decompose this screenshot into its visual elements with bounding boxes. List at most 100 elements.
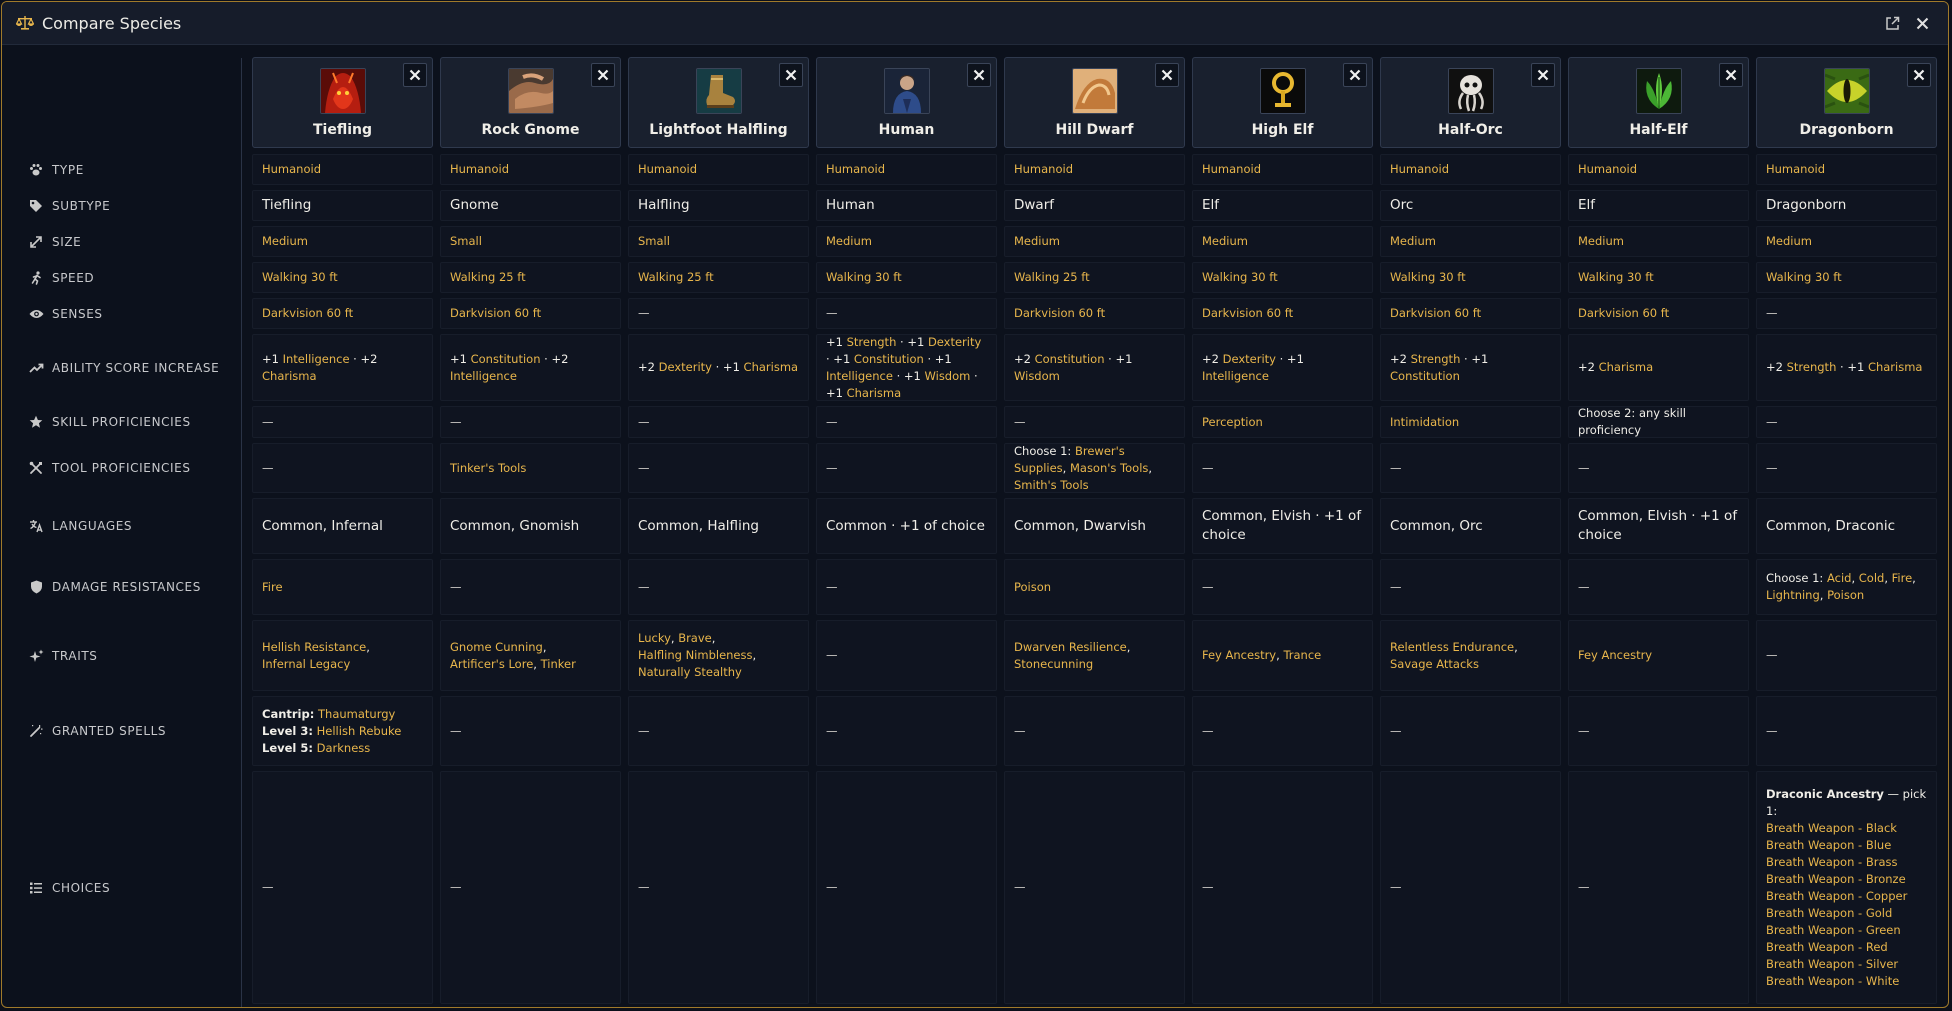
- cell-tools: —: [252, 443, 433, 493]
- cell-speed: Walking 30 ft: [816, 262, 997, 293]
- cell-subtype: Gnome: [440, 190, 621, 221]
- value-text: Common, Elvish · +1 of choice: [1202, 508, 1362, 543]
- cell-size: Medium: [816, 226, 997, 257]
- value-link: Strength: [1786, 360, 1837, 374]
- value-text: Breath Weapon: 2d6 → 5d6: [1766, 1007, 1920, 1008]
- remove-species-button[interactable]: [1155, 63, 1179, 87]
- value-link: Walking 30 ft: [1202, 270, 1278, 284]
- value-link: Walking 30 ft: [262, 270, 338, 284]
- cell-choices: Draconic Ancestry — pick 1: Breath Weapon…: [1756, 771, 1937, 1004]
- value-text: —: [450, 723, 462, 738]
- value-link: Breath Weapon - Brass: [1766, 854, 1898, 869]
- value-text: Dragonborn: [1766, 197, 1847, 213]
- remove-species-button[interactable]: [1907, 63, 1931, 87]
- cell-speed: Walking 30 ft: [252, 262, 433, 293]
- value-text: —: [262, 460, 274, 475]
- value-text: —: [1390, 880, 1402, 894]
- cell-skills: —: [816, 406, 997, 438]
- close-icon: [409, 69, 421, 81]
- cell-languages: Common, Draconic: [1756, 498, 1937, 554]
- close-icon: [785, 69, 797, 81]
- value-text: +2: [1766, 360, 1787, 374]
- value-text: —: [1390, 460, 1402, 475]
- value-text: · +1: [896, 334, 928, 349]
- value-link: Stonecunning: [1014, 656, 1094, 671]
- value-text: Choose 1:: [1766, 571, 1827, 585]
- remove-species-button[interactable]: [779, 63, 803, 87]
- cell-skills: Perception: [1192, 406, 1373, 438]
- row-label-languages: LANGUAGES: [28, 498, 132, 554]
- value-link: Lucky: [638, 631, 671, 645]
- value-link: Strength: [846, 334, 897, 349]
- value-link: Fire: [262, 579, 283, 594]
- value-text: ,: [1062, 460, 1070, 475]
- value-link: Fey Ancestry: [1202, 648, 1277, 662]
- value-link: Lightning: [1766, 588, 1820, 602]
- row-label-tool-proficiencies: TOOL PROFICIENCIES: [28, 443, 191, 493]
- row-label-skill-proficiencies: SKILL PROFICIENCIES: [28, 406, 191, 438]
- cell-senses: —: [816, 298, 997, 329]
- cell-traits: —: [1756, 620, 1937, 691]
- close-icon[interactable]: [1912, 13, 1932, 33]
- value-text: Choose 1:: [1014, 443, 1075, 458]
- window-title: Compare Species: [42, 13, 182, 33]
- remove-species-button[interactable]: [403, 63, 427, 87]
- value-link: Darkvision 60 ft: [1578, 306, 1670, 320]
- close-icon: [1349, 69, 1361, 81]
- resize-arrows-icon: [28, 234, 44, 250]
- value-link: Poison: [1014, 579, 1052, 594]
- row-label-type: TYPE: [28, 154, 84, 185]
- value-text: +2: [1578, 360, 1599, 374]
- value-link: Walking 25 ft: [450, 270, 526, 284]
- cell-skills: Intimidation: [1380, 406, 1561, 438]
- value-link: Dexterity: [1222, 351, 1276, 366]
- cell-tools: —: [1380, 443, 1561, 493]
- row-label-damage-resistances: DAMAGE RESISTANCES: [28, 559, 201, 615]
- cell-spells: Cantrip: Thaumaturgy Level 3: Hellish Reb…: [252, 696, 433, 766]
- cell-choices: —: [1192, 771, 1373, 1004]
- cell-spells: —: [1568, 696, 1749, 766]
- tag-icon: [28, 198, 44, 214]
- cell-resist: —: [816, 559, 997, 615]
- value-link: Acid: [1826, 571, 1852, 585]
- value-text: · +1: [1836, 360, 1868, 374]
- cell-tools: —: [1568, 443, 1749, 493]
- cell-type: Humanoid: [440, 154, 621, 185]
- remove-species-button[interactable]: [967, 63, 991, 87]
- value-text: Tiefling: [262, 197, 312, 213]
- value-text: —: [262, 880, 274, 894]
- value-text: ,: [1912, 571, 1916, 585]
- species-card-human: Human: [816, 57, 997, 148]
- value-text: Draconic Ancestry: [1766, 786, 1884, 801]
- eye-icon: [28, 306, 44, 322]
- close-icon: [597, 69, 609, 81]
- value-text: · +2: [540, 351, 569, 366]
- remove-species-button[interactable]: [1719, 63, 1743, 87]
- remove-species-button[interactable]: [591, 63, 615, 87]
- value-link: Dexterity: [927, 334, 982, 349]
- value-link: Dwarven Resilience: [1014, 639, 1127, 654]
- remove-species-button[interactable]: [1531, 63, 1555, 87]
- value-link: Walking 25 ft: [638, 270, 714, 284]
- row-label-text: TOOL PROFICIENCIES: [52, 461, 191, 475]
- fiery-demon-face-portrait: [319, 68, 366, 114]
- external-link-icon[interactable]: [1882, 13, 1902, 33]
- value-link: Breath Weapon - White: [1766, 973, 1900, 988]
- remove-species-button[interactable]: [1343, 63, 1367, 87]
- cell-subtype: Dragonborn: [1756, 190, 1937, 221]
- value-link: Infernal Legacy: [262, 656, 351, 671]
- value-text: · +1: [1104, 351, 1133, 366]
- cell-resist: —: [1192, 559, 1373, 615]
- value-text: Choose 2: any skill proficiency: [1578, 406, 1686, 437]
- row-label-text: ABILITY SCORE INCREASE: [52, 360, 220, 375]
- value-text: +1: [450, 351, 471, 366]
- value-link: Humanoid: [1766, 162, 1826, 176]
- row-label-traits: TRAITS: [28, 620, 97, 691]
- value-text: —: [638, 414, 650, 429]
- value-link: Trance: [1283, 648, 1322, 662]
- value-text: · +1: [711, 360, 744, 374]
- value-text: —: [1578, 460, 1590, 475]
- value-link: Darkness: [316, 740, 371, 755]
- value-link: Poison: [1827, 588, 1865, 602]
- sparkle-icon: [28, 648, 44, 664]
